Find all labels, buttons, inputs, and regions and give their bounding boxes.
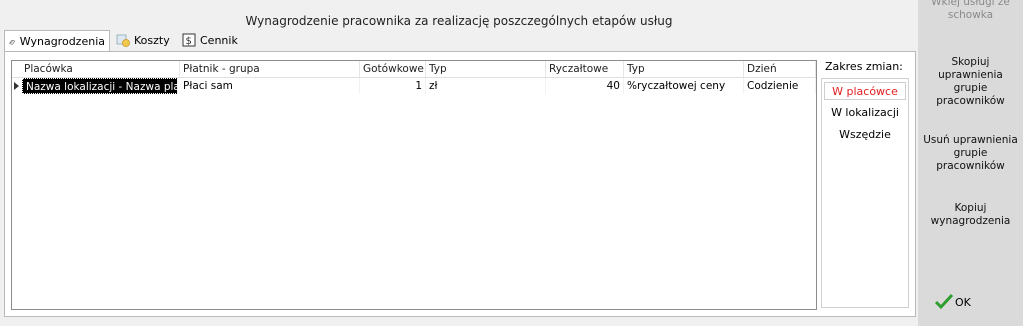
table-cell[interactable]: 40 <box>546 78 624 94</box>
svg-text:$: $ <box>186 36 192 47</box>
scope-option-wszedzie[interactable]: Wszędzie <box>824 126 906 144</box>
table-cell[interactable]: zł <box>426 78 546 94</box>
scope-option-placowka[interactable]: W placówce <box>824 82 906 100</box>
window-title: Wynagrodzenie pracownika za realizację p… <box>245 14 673 28</box>
tab-label: Wynagrodzenia <box>19 35 105 48</box>
row-indicator-icon <box>14 82 19 90</box>
table-cell[interactable]: Codzienie <box>744 78 816 94</box>
tab-panel: Placówka Płatnik - grupa Gotówkowe Typ R… <box>4 51 916 317</box>
table-cell[interactable]: Płaci sam <box>180 78 360 94</box>
table-row[interactable]: Nazwa lokalizacji - Nazwa placó Płaci sa… <box>12 78 816 94</box>
scope-option-lokalizacja[interactable]: W lokalizacji <box>824 104 906 122</box>
table-cell[interactable]: 1 <box>360 78 426 94</box>
action-sidebar: Wklej usługi ze schowka Skopiuj uprawnie… <box>918 0 1023 326</box>
tab-koszty[interactable]: Koszty <box>112 30 176 50</box>
tab-cennik[interactable]: $ Cennik <box>178 30 242 50</box>
tab-label: Koszty <box>134 33 170 47</box>
scope-list: W placówce W lokalizacji Wszędzie <box>821 78 909 308</box>
money-icon <box>9 39 16 45</box>
remuneration-grid[interactable]: Placówka Płatnik - grupa Gotówkowe Typ R… <box>11 60 817 310</box>
column-header[interactable]: Placówka <box>12 61 180 77</box>
main-area: Wynagrodzenie pracownika za realizację p… <box>0 0 918 326</box>
coins-icon <box>116 34 130 47</box>
table-cell[interactable]: Nazwa lokalizacji - Nazwa placó <box>22 78 178 94</box>
scope-label: Zakres zmian: <box>825 60 903 73</box>
remove-permissions-button[interactable]: Usuń uprawnienia grupie pracowników <box>922 134 1019 173</box>
tab-wynagrodzenia[interactable]: Wynagrodzenia <box>4 30 110 52</box>
column-header[interactable]: Dzień <box>744 61 816 77</box>
tab-label: Cennik <box>200 33 238 47</box>
table-cell[interactable]: %ryczałtowej ceny <box>624 78 744 94</box>
column-header[interactable]: Ryczałtowe <box>546 61 624 77</box>
column-header[interactable]: Typ <box>426 61 546 77</box>
grid-header: Placówka Płatnik - grupa Gotówkowe Typ R… <box>12 61 816 78</box>
column-header[interactable]: Gotówkowe <box>360 61 426 77</box>
paste-services-button[interactable]: Wklej usługi ze schowka <box>922 0 1019 22</box>
copy-remuneration-button[interactable]: Kopiuj wynagrodzenia <box>922 202 1019 228</box>
price-list-icon: $ <box>182 33 196 47</box>
ok-label: OK <box>955 295 971 309</box>
check-icon <box>935 294 953 310</box>
column-header[interactable]: Płatnik - grupa <box>180 61 360 77</box>
column-header[interactable]: Typ <box>624 61 744 77</box>
copy-permissions-button[interactable]: Skopiuj uprawnienia grupie pracowników <box>922 56 1019 108</box>
ok-button[interactable]: OK <box>935 294 971 310</box>
